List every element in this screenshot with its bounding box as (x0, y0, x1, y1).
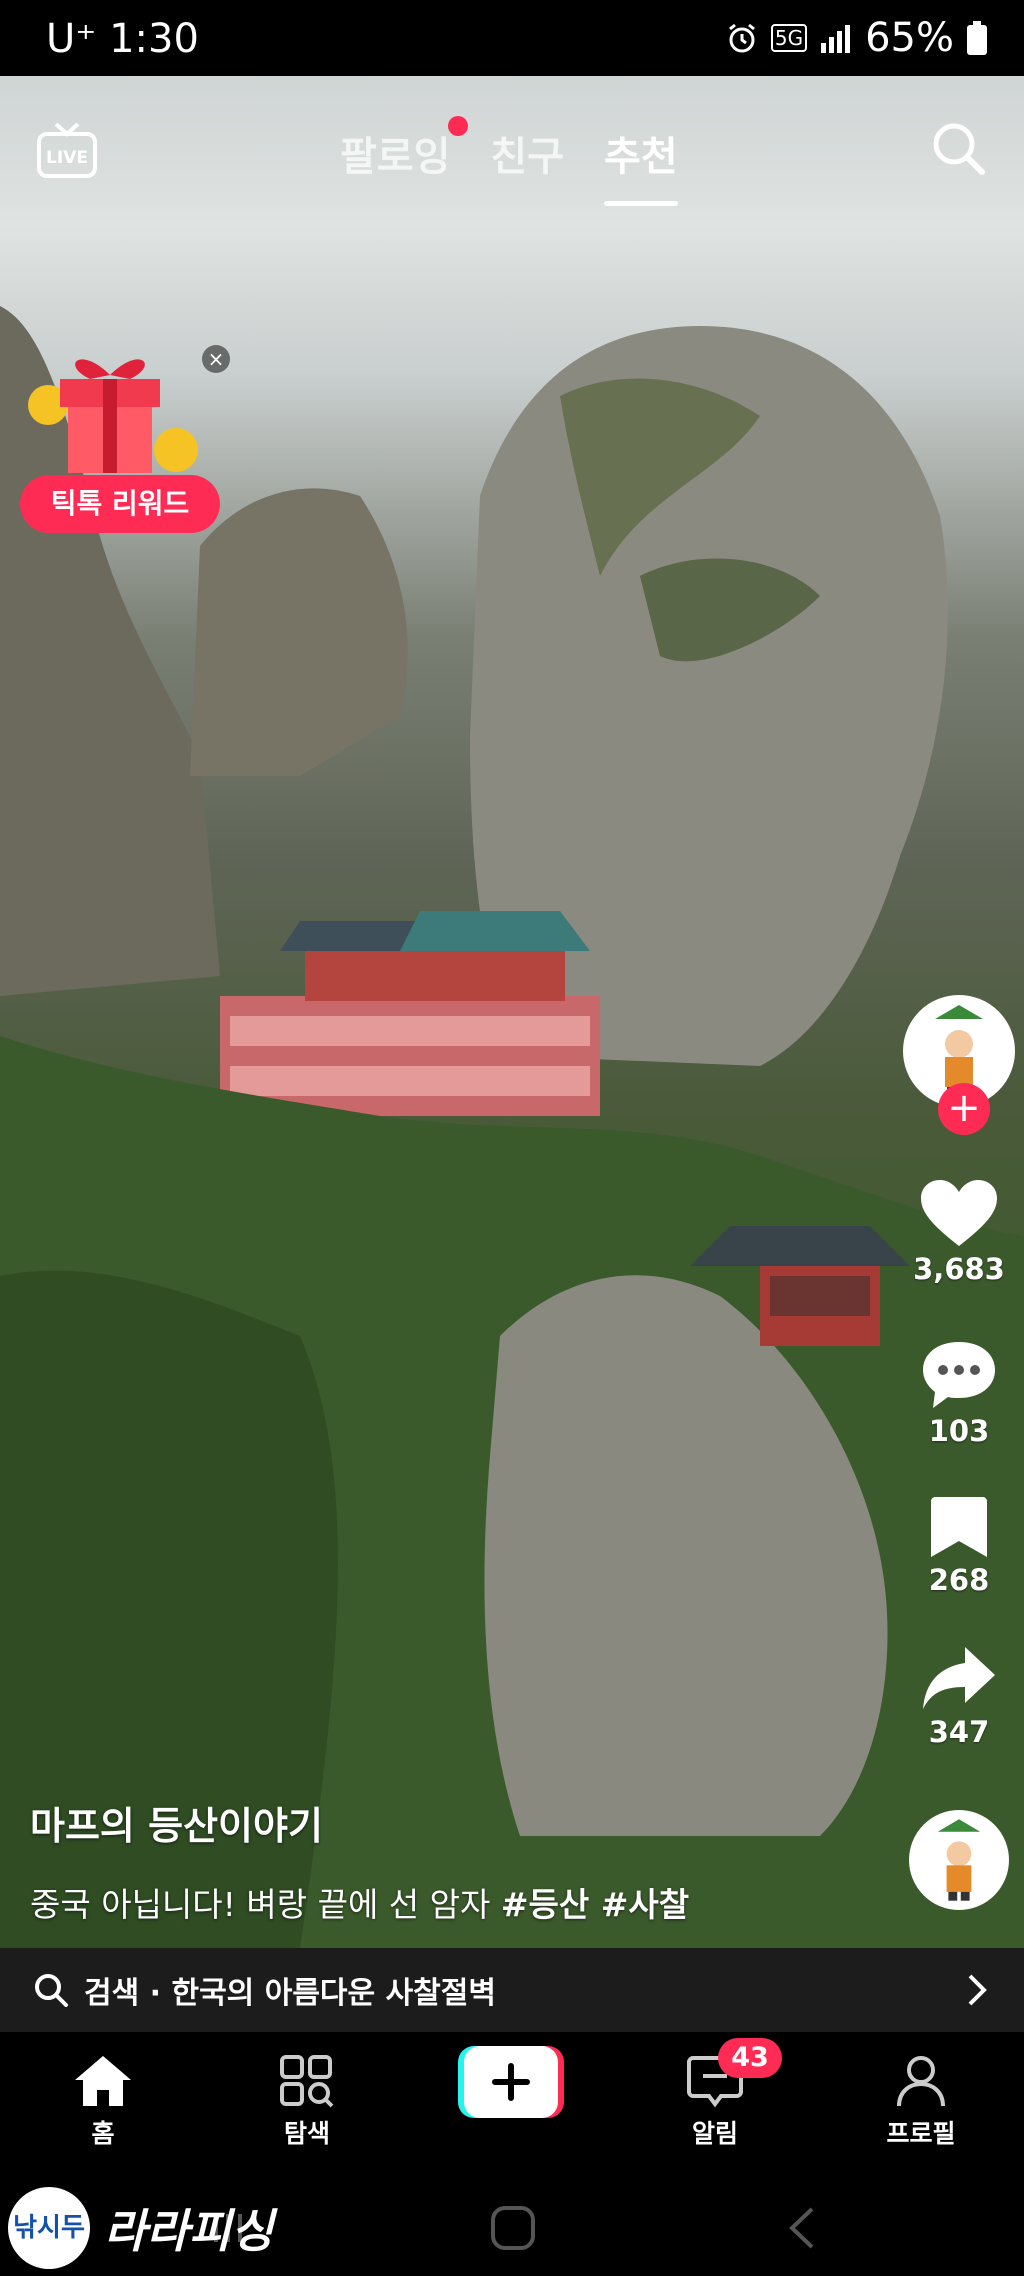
tab-following[interactable]: 팔로잉 (340, 116, 469, 182)
caption-body: 중국 아닙니다! 벼랑 끝에 선 암자 (30, 1885, 491, 1924)
tab-for-you[interactable]: 추천 (604, 124, 678, 206)
nav-profile-label: 프로필 (886, 2119, 956, 2148)
plus-icon (458, 2046, 564, 2118)
top-nav: LIVE 팔로잉 친구 추천 (0, 76, 1024, 216)
share-count: 347 (928, 1715, 990, 1749)
comment-icon (923, 1342, 995, 1408)
nav-home[interactable]: 홈 (33, 2054, 173, 2150)
explore-grid-icon (280, 2055, 334, 2108)
search-icon (933, 123, 985, 175)
bookmark-icon (931, 1497, 987, 1557)
live-tv-icon: LIVE (37, 122, 97, 178)
share-button[interactable]: 347 (894, 1645, 1024, 1749)
share-arrow-icon (923, 1647, 995, 1709)
notification-dot (448, 116, 469, 136)
follow-button[interactable]: + (938, 1083, 990, 1135)
nav-profile[interactable]: 프로필 (851, 2054, 991, 2150)
hashtags[interactable]: #등산 #사찰 (501, 1885, 689, 1924)
nav-explore[interactable]: 탐색 (237, 2054, 377, 2150)
live-label: LIVE (46, 148, 88, 168)
hiker-avatar-icon (937, 1819, 981, 1901)
status-left: U⁺ 1:30 (46, 16, 199, 62)
video-caption: 마프의 등산이야기 중국 아닙니다! 벼랑 끝에 선 암자 #등산 #사찰 (30, 1795, 890, 1926)
watermark-logo: 낚시두 (8, 2187, 90, 2269)
comment-button[interactable]: 103 (894, 1340, 1024, 1448)
feed-tabs: 팔로잉 친구 추천 (340, 116, 678, 206)
sound-disc[interactable] (894, 1810, 1024, 1910)
search-suggestion-bar[interactable]: 검색 · 한국의 아름다운 사찰절벽 (0, 1948, 1024, 2032)
network-label: 5G (770, 24, 808, 52)
bottom-nav: 홈 탐색 알림 43 프로필 (0, 2034, 1024, 2180)
search-icon (35, 1974, 68, 2007)
chevron-right-icon (968, 1974, 987, 2006)
channel-watermark: 낚시두 라라피싱 (8, 2180, 273, 2276)
battery-percent: 65% (865, 15, 954, 61)
signal-icon (821, 25, 851, 53)
author-name[interactable]: 마프의 등산이야기 (30, 1795, 890, 1850)
gift-box-icon (28, 359, 198, 473)
search-suggestion-text: 검색 · 한국의 아름다운 사찰절벽 (84, 1976, 496, 2011)
save-count: 268 (928, 1563, 990, 1597)
inbox-badge: 43 (718, 2038, 782, 2078)
save-button[interactable]: 268 (894, 1495, 1024, 1597)
reward-label: 틱톡 리워드 (20, 475, 220, 533)
create-button[interactable] (458, 2046, 564, 2118)
like-button[interactable]: 3,683 (894, 1180, 1024, 1286)
home-icon (75, 2056, 131, 2106)
close-icon[interactable]: × (202, 345, 230, 373)
search-button[interactable] (928, 118, 988, 178)
tab-following-label: 팔로잉 (340, 134, 451, 180)
clock: 1:30 (109, 16, 199, 62)
creator-avatar-item[interactable]: + (894, 995, 1024, 1135)
status-right: 5G 65% (725, 15, 988, 61)
heart-icon (921, 1180, 997, 1246)
profile-icon (897, 2056, 945, 2107)
watermark-text: 라라피싱 (104, 2204, 274, 2258)
tab-friends[interactable]: 친구 (490, 124, 564, 182)
nav-inbox-label: 알림 (691, 2119, 738, 2148)
live-button[interactable]: LIVE (36, 120, 98, 180)
status-bar: U⁺ 1:30 5G 65% (0, 0, 1024, 76)
music-disc-avatar (909, 1810, 1009, 1910)
home-system-icon[interactable] (490, 2205, 536, 2251)
caption-text: 중국 아닙니다! 벼랑 끝에 선 암자 #등산 #사찰 (30, 1878, 890, 1926)
tab-for-you-label: 추천 (604, 134, 678, 180)
carrier-label: U⁺ (46, 16, 97, 62)
like-count: 3,683 (913, 1252, 1005, 1286)
tab-friends-label: 친구 (490, 134, 565, 180)
alarm-icon (728, 23, 755, 53)
nav-home-label: 홈 (91, 2119, 115, 2148)
nav-explore-label: 탐색 (283, 2119, 330, 2148)
tiktok-reward-widget[interactable]: × 틱톡 리워드 (20, 345, 230, 535)
battery-icon (967, 21, 987, 55)
back-icon[interactable] (786, 2205, 816, 2251)
comment-count: 103 (928, 1414, 990, 1448)
